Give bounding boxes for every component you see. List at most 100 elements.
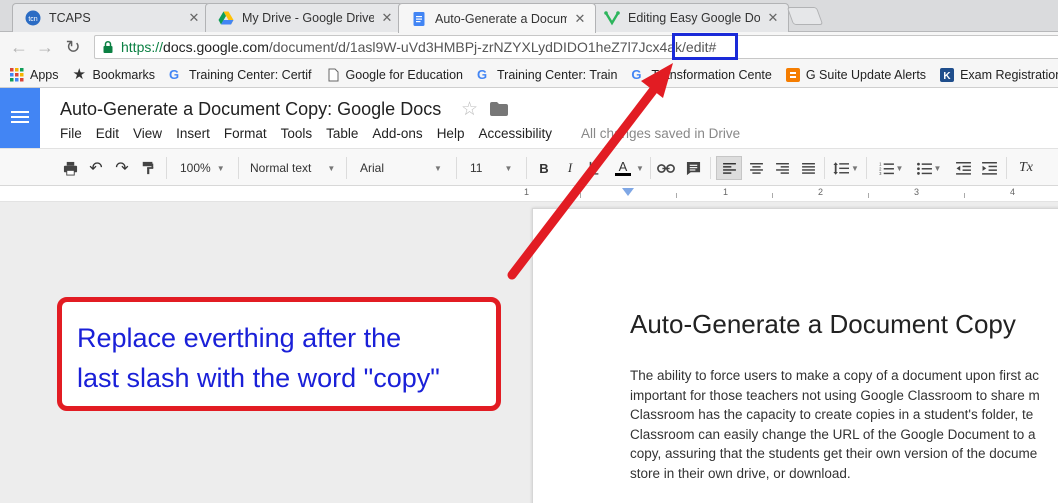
tab-editing-easy-google-docs[interactable]: Editing Easy Google Doc ✕	[591, 3, 789, 32]
bookmark-label: G Suite Update Alerts	[805, 67, 927, 82]
menu-format[interactable]: Format	[224, 126, 267, 141]
ruler-number: 3	[914, 187, 920, 197]
menu-file[interactable]: File	[60, 126, 82, 141]
tab-tcaps[interactable]: tcn TCAPS ✕	[12, 3, 210, 32]
menu-tools[interactable]: Tools	[281, 126, 313, 141]
bookmark-bookmarks[interactable]: ★ Bookmarks	[73, 67, 156, 82]
toolbar-divider	[238, 157, 239, 179]
bookmark-training-center-train[interactable]: G Training Center: Train	[476, 66, 617, 82]
chevron-down-icon[interactable]: ▼	[636, 158, 644, 178]
tab-label: My Drive - Google Drive	[242, 11, 374, 25]
tab-label: TCAPS	[49, 11, 91, 25]
callout-line: last slash with the word "copy"	[77, 363, 440, 393]
underline-icon[interactable]	[586, 158, 602, 178]
menu-accessibility[interactable]: Accessibility	[478, 126, 552, 141]
toolbar-divider	[456, 157, 457, 179]
url-scheme: https://	[121, 39, 164, 55]
ruler-number: 1	[524, 187, 530, 197]
toolbar-divider	[650, 157, 651, 179]
svg-text:K: K	[943, 71, 951, 82]
font-select[interactable]: Arial ▼	[360, 158, 450, 178]
docs-header: Auto-Generate a Document Copy: Google Do…	[0, 88, 1058, 148]
body-line: copy, assuring that the students get the…	[630, 446, 1038, 461]
save-status[interactable]: All changes saved in Drive	[581, 126, 740, 141]
toolbar-divider	[866, 157, 867, 179]
indent-marker-icon[interactable]	[622, 188, 634, 196]
bookmark-transformation-center[interactable]: G Transformation Cente	[631, 67, 771, 82]
menu-edit[interactable]: Edit	[96, 126, 119, 141]
align-center-icon[interactable]	[748, 158, 764, 178]
address-bar[interactable]: https://docs.google.com/document/d/1asl9…	[94, 35, 1058, 59]
google-g-icon: G	[169, 66, 180, 82]
browser-toolbar: ← → ↻ https://docs.google.com/document/d…	[0, 32, 1058, 62]
bulleted-list-icon[interactable]: ▼	[914, 158, 944, 178]
star-icon[interactable]: ☆	[461, 98, 478, 121]
font-size-select[interactable]: 11 ▼	[470, 158, 520, 178]
bookmark-training-center-certif[interactable]: G Training Center: Certif	[169, 66, 312, 82]
redo-icon[interactable]: ↷	[114, 158, 130, 178]
body-line: store in their own drive, or download.	[630, 465, 851, 481]
bookmark-g-suite-update-alerts[interactable]: G Suite Update Alerts	[785, 67, 927, 82]
bookmark-google-for-education[interactable]: Google for Education	[326, 68, 463, 82]
menu-table[interactable]: Table	[326, 126, 358, 141]
text-color-letter: A	[618, 159, 628, 174]
tab-auto-generate[interactable]: Auto-Generate a Docum ✕	[398, 3, 596, 33]
reload-icon[interactable]: ↻	[62, 36, 84, 58]
toolbar-divider	[1006, 157, 1007, 179]
google-g-icon: G	[476, 66, 488, 82]
ruler-tick	[580, 193, 581, 198]
menu-add-ons[interactable]: Add-ons	[372, 126, 422, 141]
new-tab-button[interactable]	[786, 7, 824, 25]
paragraph-style-select[interactable]: Normal text ▼	[250, 158, 340, 178]
document-title[interactable]: Auto-Generate a Document Copy: Google Do…	[60, 99, 441, 120]
decrease-indent-icon[interactable]	[954, 158, 972, 178]
comment-icon[interactable]	[684, 158, 702, 178]
align-justify-icon[interactable]	[800, 158, 816, 178]
numbered-list-icon[interactable]: 123 ▼	[876, 158, 906, 178]
zoom-select[interactable]: 100% ▼	[180, 158, 230, 178]
bookmark-label: Google for Education	[345, 67, 463, 82]
print-icon[interactable]	[62, 158, 78, 178]
link-icon[interactable]	[656, 158, 676, 178]
close-icon[interactable]: ✕	[573, 11, 587, 27]
document-body: The ability to force users to make a cop…	[630, 366, 1058, 483]
clear-formatting-button[interactable]: Tx	[1016, 158, 1036, 178]
bookmark-apps[interactable]: Apps	[10, 67, 59, 82]
bookmark-exam-registration[interactable]: K Exam Registration	[940, 67, 1058, 82]
apps-grid-icon	[10, 67, 24, 81]
increase-indent-icon[interactable]	[980, 158, 998, 178]
horizontal-ruler: 1 1 2 3 4	[0, 186, 1058, 202]
font-size-value: 11	[470, 161, 483, 175]
line-spacing-icon[interactable]: ▼	[832, 158, 860, 178]
menu-help[interactable]: Help	[437, 126, 465, 141]
svg-text:tcn: tcn	[28, 16, 37, 23]
align-left-icon[interactable]	[716, 156, 742, 180]
back-arrow-icon[interactable]: ←	[8, 36, 30, 58]
close-icon[interactable]: ✕	[766, 10, 780, 26]
menu-view[interactable]: View	[133, 126, 162, 141]
forward-arrow-icon[interactable]: →	[34, 36, 56, 58]
ruler-tick	[676, 193, 677, 198]
ruler-number: 1	[723, 187, 729, 197]
bold-button[interactable]: B	[536, 158, 552, 178]
google-drive-icon	[218, 11, 234, 25]
toolbar-divider	[526, 157, 527, 179]
bookmark-label: Exam Registration	[960, 67, 1058, 82]
paint-format-icon[interactable]	[140, 158, 156, 178]
text-color-button[interactable]: A	[610, 158, 636, 178]
toolbar-divider	[824, 157, 825, 179]
undo-icon[interactable]: ↶	[88, 158, 104, 178]
close-icon[interactable]: ✕	[380, 10, 394, 26]
tab-my-drive[interactable]: My Drive - Google Drive ✕	[205, 3, 403, 32]
chevron-down-icon: ▼	[895, 163, 904, 173]
chevron-down-icon: ▼	[851, 163, 859, 173]
document-page[interactable]: Auto-Generate a Document Copy The abilit…	[532, 208, 1058, 503]
close-icon[interactable]: ✕	[187, 10, 201, 26]
menu-insert[interactable]: Insert	[176, 126, 210, 141]
folder-icon[interactable]	[490, 102, 508, 116]
docs-home-button[interactable]	[0, 88, 40, 148]
italic-button[interactable]: I	[562, 158, 578, 178]
kryterion-icon: K	[940, 67, 955, 82]
ruler-number: 2	[818, 187, 824, 197]
align-right-icon[interactable]	[774, 158, 790, 178]
